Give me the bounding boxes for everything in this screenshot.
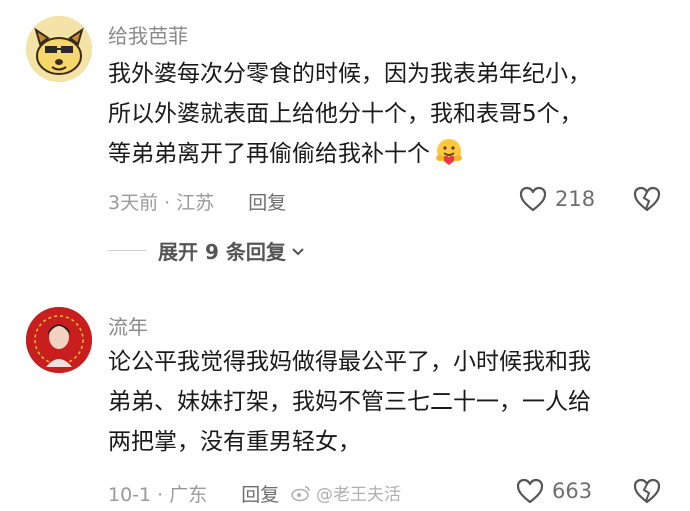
- weibo-logo-icon: [291, 485, 310, 501]
- like-count: 218: [555, 187, 596, 211]
- expand-replies-button[interactable]: 展开 9 条回复: [108, 236, 306, 265]
- heart-icon: [519, 186, 547, 212]
- avatar[interactable]: [26, 16, 92, 82]
- like-button[interactable]: 218: [518, 185, 595, 213]
- broken-heart-icon: [633, 478, 661, 504]
- comment-text: 我外婆每次分零食的时候，因为我表弟年纪小， 所以外婆就表面上给他分十个，我和表哥…: [108, 54, 668, 174]
- username[interactable]: 流年: [108, 311, 148, 340]
- username[interactable]: 给我芭菲: [108, 20, 188, 49]
- time-location: 3天前 · 江苏: [108, 192, 215, 214]
- dislike-button[interactable]: [632, 477, 662, 509]
- comment-line: 弟弟、妹妹打架，我妈不管三七二十一，一人给: [108, 389, 591, 415]
- comment-meta: 10-1 · 广东 回复: [108, 480, 279, 507]
- dislike-button[interactable]: [632, 185, 662, 217]
- reply-button[interactable]: 回复: [248, 188, 286, 215]
- watermark-text: @老王夫活: [316, 485, 401, 505]
- watermark: @老王夫活: [290, 480, 401, 505]
- comment-line: 论公平我觉得我妈做得最公平了，小时候我和我: [108, 349, 591, 375]
- chevron-down-icon: [292, 247, 304, 255]
- comment-line-text: 等弟弟离开了再偷偷给我补十个: [108, 141, 430, 167]
- comment-line: 等弟弟离开了再偷偷给我补十个: [108, 134, 668, 174]
- hug-emoji-icon: [434, 137, 464, 167]
- comment-meta: 3天前 · 江苏 回复: [108, 188, 286, 215]
- reply-button[interactable]: 回复: [241, 480, 279, 507]
- comment-line: 两把掌，没有重男轻女，: [108, 429, 361, 455]
- broken-heart-icon: [633, 186, 661, 212]
- like-count: 663: [552, 479, 593, 503]
- divider: [108, 250, 146, 251]
- avatar[interactable]: [26, 307, 92, 373]
- comment-line: 所以外婆就表面上给他分十个，我和表哥5个，: [108, 101, 583, 127]
- like-button[interactable]: 663: [515, 477, 592, 505]
- time-location: 10-1 · 广东: [108, 484, 208, 506]
- heart-icon: [516, 478, 544, 504]
- expand-replies-label: 展开 9 条回复: [158, 240, 286, 264]
- comment-text: 论公平我觉得我妈做得最公平了，小时候我和我 弟弟、妹妹打架，我妈不管三七二十一，…: [108, 342, 668, 462]
- comment-line: 我外婆每次分零食的时候，因为我表弟年纪小，: [108, 61, 591, 87]
